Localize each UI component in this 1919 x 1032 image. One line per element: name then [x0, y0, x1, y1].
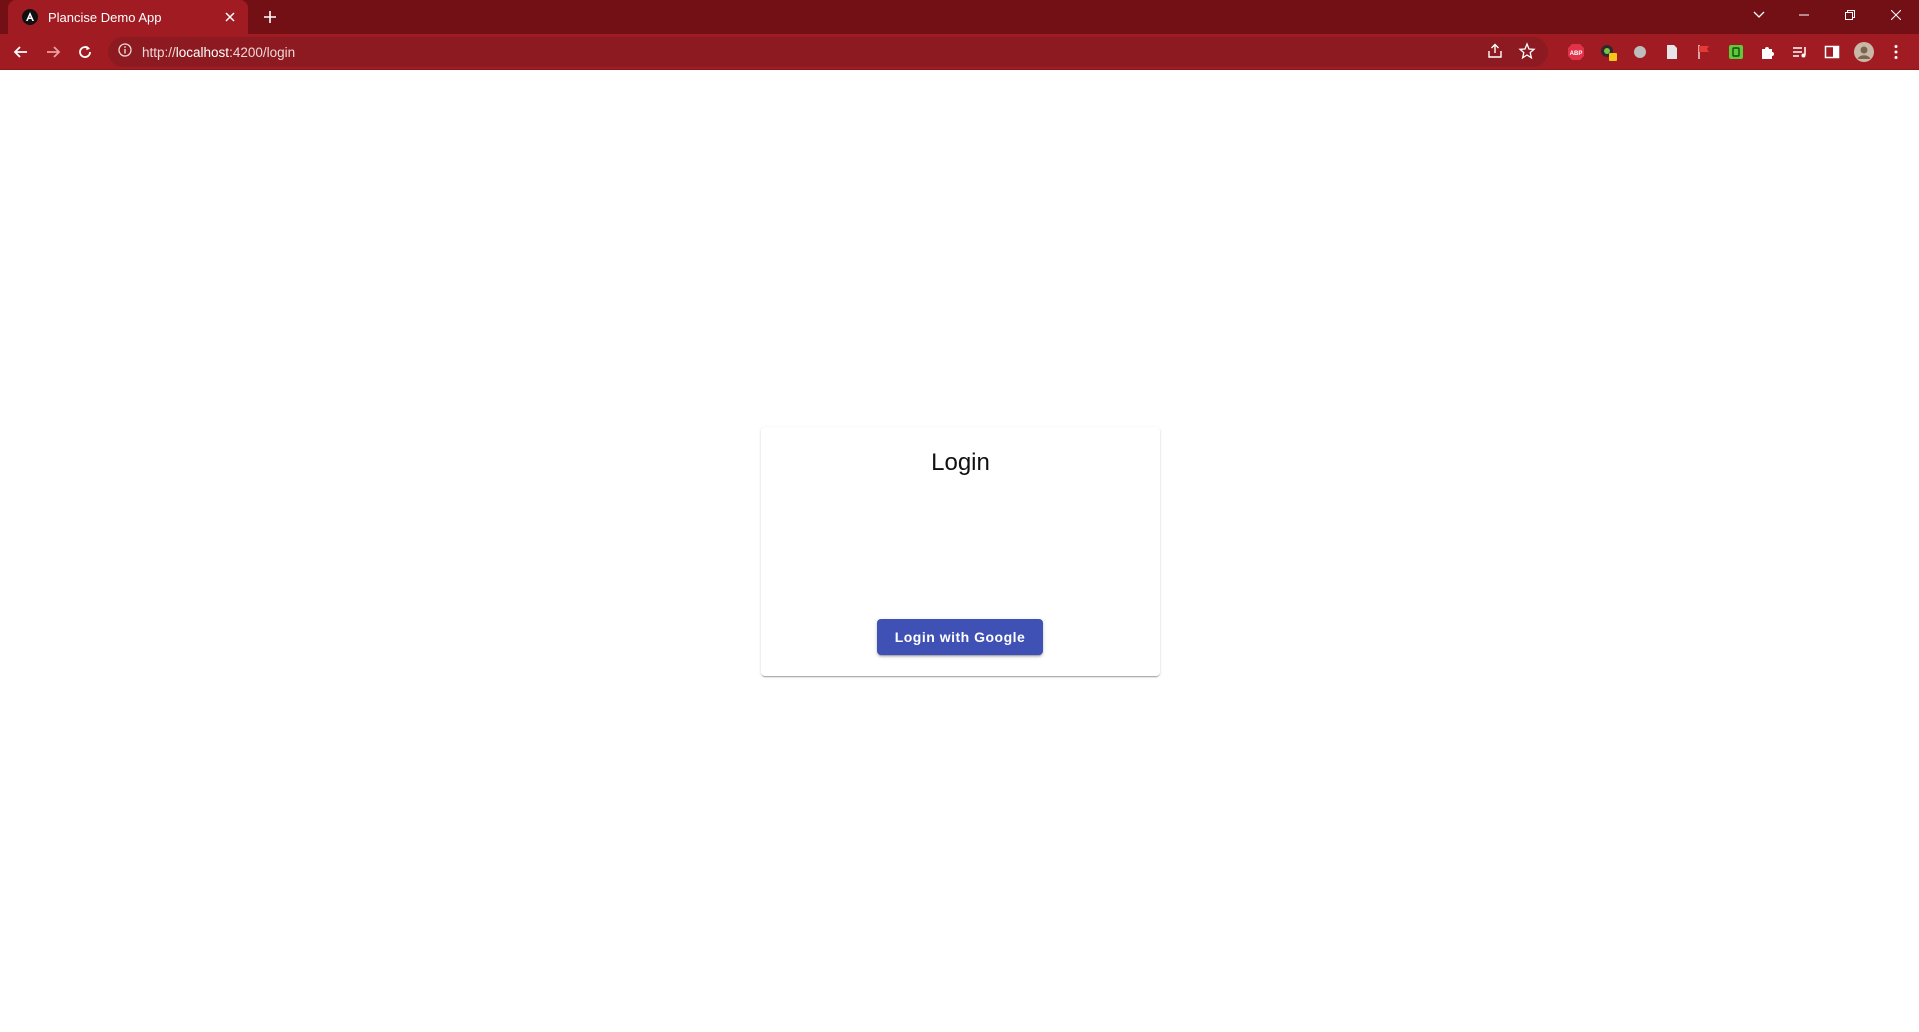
angular-icon — [22, 9, 38, 25]
extensions-bar: ABP — [1566, 42, 1906, 62]
url-text: http://localhost:4200/login — [142, 45, 295, 60]
close-tab-icon[interactable] — [222, 9, 238, 25]
profile-avatar[interactable] — [1854, 42, 1874, 62]
minimize-icon[interactable] — [1781, 0, 1827, 30]
document-extension-icon[interactable] — [1662, 42, 1682, 62]
browser-titlebar: Plancise Demo App — [0, 0, 1919, 34]
omnibox-actions — [1486, 42, 1536, 65]
url-path: :4200/login — [229, 44, 296, 60]
media-queue-icon[interactable] — [1790, 42, 1810, 62]
login-with-google-button[interactable]: Login with Google — [877, 619, 1043, 655]
green-extension-icon[interactable] — [1726, 42, 1746, 62]
new-tab-button[interactable] — [260, 7, 280, 27]
bookmark-star-icon[interactable] — [1518, 42, 1536, 65]
page-content: Login Login with Google — [0, 71, 1919, 1032]
site-info-icon[interactable] — [118, 42, 132, 62]
flag-extension-icon[interactable] — [1694, 42, 1714, 62]
url-scheme: http:// — [142, 44, 176, 60]
svg-text:ABP: ABP — [1570, 51, 1583, 57]
login-card: Login Login with Google — [761, 427, 1160, 676]
adblock-plus-icon[interactable]: ABP — [1566, 42, 1586, 62]
share-icon[interactable] — [1486, 42, 1504, 65]
tab-search-icon[interactable] — [1749, 5, 1769, 25]
address-bar[interactable]: http://localhost:4200/login — [108, 37, 1548, 67]
tampermonkey-extension-icon[interactable] — [1598, 42, 1618, 62]
grey-circle-extension-icon[interactable] — [1630, 42, 1650, 62]
close-window-icon[interactable] — [1873, 0, 1919, 30]
side-panel-icon[interactable] — [1822, 42, 1842, 62]
chrome-menu-icon[interactable] — [1886, 42, 1906, 62]
browser-toolbar: http://localhost:4200/login ABP — [0, 34, 1919, 70]
restore-icon[interactable] — [1827, 0, 1873, 30]
browser-tab-active[interactable]: Plancise Demo App — [8, 0, 248, 34]
window-controls — [1781, 0, 1919, 30]
tab-title: Plancise Demo App — [48, 9, 162, 25]
url-host: localhost — [175, 44, 230, 60]
extensions-puzzle-icon[interactable] — [1758, 42, 1778, 62]
login-title: Login — [931, 449, 990, 476]
forward-icon[interactable] — [41, 40, 65, 64]
back-icon[interactable] — [9, 40, 33, 64]
reload-icon[interactable] — [73, 40, 97, 64]
